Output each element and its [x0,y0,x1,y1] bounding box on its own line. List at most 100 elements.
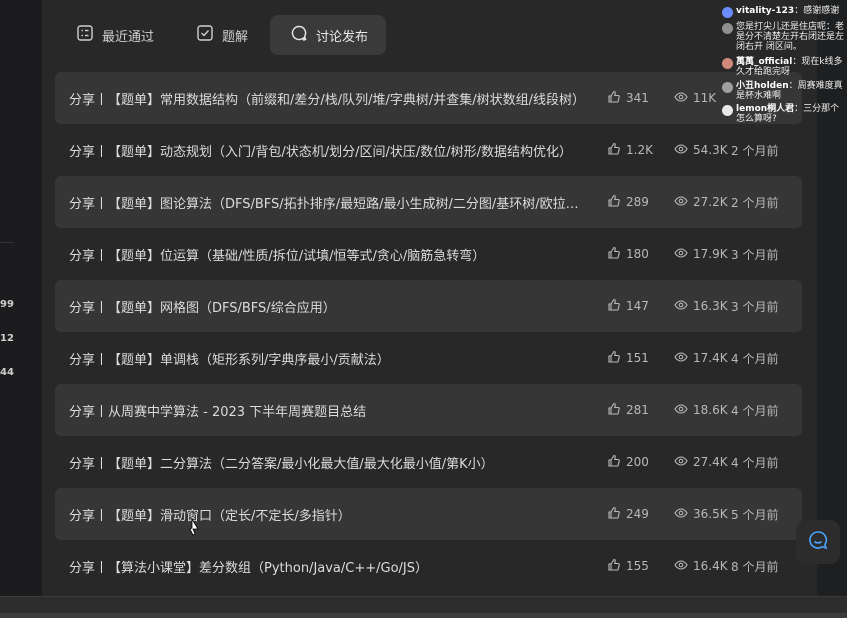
scrollbar-track [0,613,847,618]
tab-label: 最近通过 [102,29,155,45]
chat-message: lemon桐人君：三分那个怎么算呀? [722,104,847,124]
list-item[interactable]: 分享丨【算法小课堂】差分数组（Python/Java/C++/Go/JS） 15… [55,540,802,592]
tab-recent-accepted[interactable]: 最近通过 [56,15,172,55]
list-item[interactable]: 分享丨【题单】常用数据结构（前缀和/差分/栈/队列/堆/字典树/并查集/树状数组… [55,72,802,124]
post-time: 8 个月前 [731,559,779,574]
like-count: 151 [607,350,649,367]
chat-message: 小丑holden：周赛难度真是杯水难啊 [722,81,847,101]
list-item[interactable]: 分享丨【题单】图论算法（DFS/BFS/拓扑排序/最短路/最小生成树/二分图/基… [55,176,802,228]
thumbs-up-icon [607,194,621,211]
view-count-value: 17.4K [693,351,728,365]
like-count-value: 289 [626,195,649,209]
mouse-cursor-icon [188,517,200,536]
post-time: 4 个月前 [731,455,779,470]
thumbs-up-icon [607,298,621,315]
view-count-value: 17.9K [693,247,728,261]
tab-label: 题解 [222,29,249,45]
like-count: 200 [607,454,649,471]
avatar [722,58,733,69]
like-count-value: 155 [626,559,649,573]
view-count-value: 36.5K [693,507,728,521]
thumbs-up-icon [607,454,621,471]
like-count-value: 249 [626,507,649,521]
view-count: 18.6K [674,402,728,419]
like-count-value: 1.2K [626,143,653,157]
like-count: 341 [607,90,649,107]
view-count: 16.3K [674,298,728,315]
list-icon [76,24,94,46]
post-title[interactable]: 分享丨【算法小课堂】差分数组（Python/Java/C++/Go/JS） [69,557,589,576]
left-sidebar-edge: 99 12 44 [0,0,42,618]
eye-icon [674,90,688,107]
post-time: 5 个月前 [731,507,779,522]
view-count-value: 54.3K [693,143,728,157]
like-count-value: 147 [626,299,649,313]
eye-icon [674,558,688,575]
view-count-value: 27.4K [693,455,728,469]
left-number: 44 [0,367,14,378]
discussion-icon [290,24,308,46]
post-title[interactable]: 分享丨【题单】单调栈（矩形系列/字典序最小/贡献法） [69,349,589,368]
list-item[interactable]: 分享丨【题单】网格图（DFS/BFS/综合应用） 147 16.3K 3 个月前 [55,280,802,332]
like-count-value: 281 [626,403,649,417]
list-item[interactable]: 分享丨从周赛中学算法 - 2023 下半年周赛题目总结 281 18.6K 4 … [55,384,802,436]
view-count: 11K [674,90,716,107]
post-title[interactable]: 分享丨【题单】常用数据结构（前缀和/差分/栈/队列/堆/字典树/并查集/树状数组… [69,89,589,108]
thumbs-up-icon [607,350,621,367]
eye-icon [674,350,688,367]
view-count: 17.4K [674,350,728,367]
chat-bubble-icon [807,529,829,555]
thumbs-up-icon [607,90,621,107]
view-count-value: 27.2K [693,195,728,209]
tab-solutions[interactable]: 题解 [176,15,266,55]
view-count: 17.9K [674,246,728,263]
post-title[interactable]: 分享丨从周赛中学算法 - 2023 下半年周赛题目总结 [69,401,589,420]
post-time: 2 个月前 [731,143,779,158]
view-count: 36.5K [674,506,728,523]
live-chat-overlay: vitality-123：感谢感谢 您是打尖儿还是住店呢：老是分不清楚左开右闭还… [722,0,847,125]
post-title[interactable]: 分享丨【题单】二分算法（二分答案/最小化最大值/最大化最小值/第K小） [69,453,589,472]
post-title[interactable]: 分享丨【题单】动态规划（入门/背包/状态机/划分/区间/状压/数位/树形/数据结… [69,141,589,160]
like-count-value: 180 [626,247,649,261]
post-title[interactable]: 分享丨【题单】滑动窗口（定长/不定长/多指针） [69,505,589,524]
view-count: 54.3K [674,142,728,159]
like-count: 249 [607,506,649,523]
sidebar-divider [0,242,14,243]
chat-username: lemon桐人君 [736,104,795,114]
bottom-scrollbar[interactable] [0,596,847,618]
list-item[interactable]: 分享丨【题单】二分算法（二分答案/最小化最大值/最大化最小值/第K小） 200 … [55,436,802,488]
view-count-value: 18.6K [693,403,728,417]
discussion-list: 分享丨【题单】常用数据结构（前缀和/差分/栈/队列/堆/字典树/并查集/树状数组… [55,72,802,592]
like-count: 289 [607,194,649,211]
chat-username: 萬萬_official [736,57,793,67]
feedback-chat-button[interactable] [796,520,840,564]
list-item[interactable]: 分享丨【题单】动态规划（入门/背包/状态机/划分/区间/状压/数位/树形/数据结… [55,124,802,176]
view-count-value: 16.3K [693,299,728,313]
post-time: 3 个月前 [731,247,779,262]
post-title[interactable]: 分享丨【题单】网格图（DFS/BFS/综合应用） [69,297,589,316]
chat-text: ：感谢感谢 [794,6,840,16]
list-item[interactable]: 分享丨【题单】滑动窗口（定长/不定长/多指针） 249 36.5K 5 个月前 [55,488,802,540]
thumbs-up-icon [607,142,621,159]
like-count: 1.2K [607,142,653,159]
post-time: 2 个月前 [731,195,779,210]
check-square-icon [196,24,214,46]
view-count-value: 11K [693,91,717,105]
like-count-value: 200 [626,455,649,469]
list-item[interactable]: 分享丨【题单】单调栈（矩形系列/字典序最小/贡献法） 151 17.4K 4 个… [55,332,802,384]
chat-message: 萬萬_official：现在k线多久才给跑完呀 [722,57,847,77]
tab-discussions[interactable]: 讨论发布 [270,15,387,55]
eye-icon [674,506,688,523]
post-title[interactable]: 分享丨【题单】位运算（基础/性质/拆位/试填/恒等式/贪心/脑筋急转弯） [69,245,589,264]
avatar [722,82,733,93]
post-title[interactable]: 分享丨【题单】图论算法（DFS/BFS/拓扑排序/最短路/最小生成树/二分图/基… [69,193,589,212]
thumbs-up-icon [607,246,621,263]
post-time: 4 个月前 [731,403,779,418]
thumbs-up-icon [607,558,621,575]
list-item[interactable]: 分享丨【题单】位运算（基础/性质/拆位/试填/恒等式/贪心/脑筋急转弯） 180… [55,228,802,280]
like-count-value: 151 [626,351,649,365]
thumbs-up-icon [607,506,621,523]
view-count: 27.4K [674,454,728,471]
eye-icon [674,142,688,159]
avatar [722,7,733,18]
